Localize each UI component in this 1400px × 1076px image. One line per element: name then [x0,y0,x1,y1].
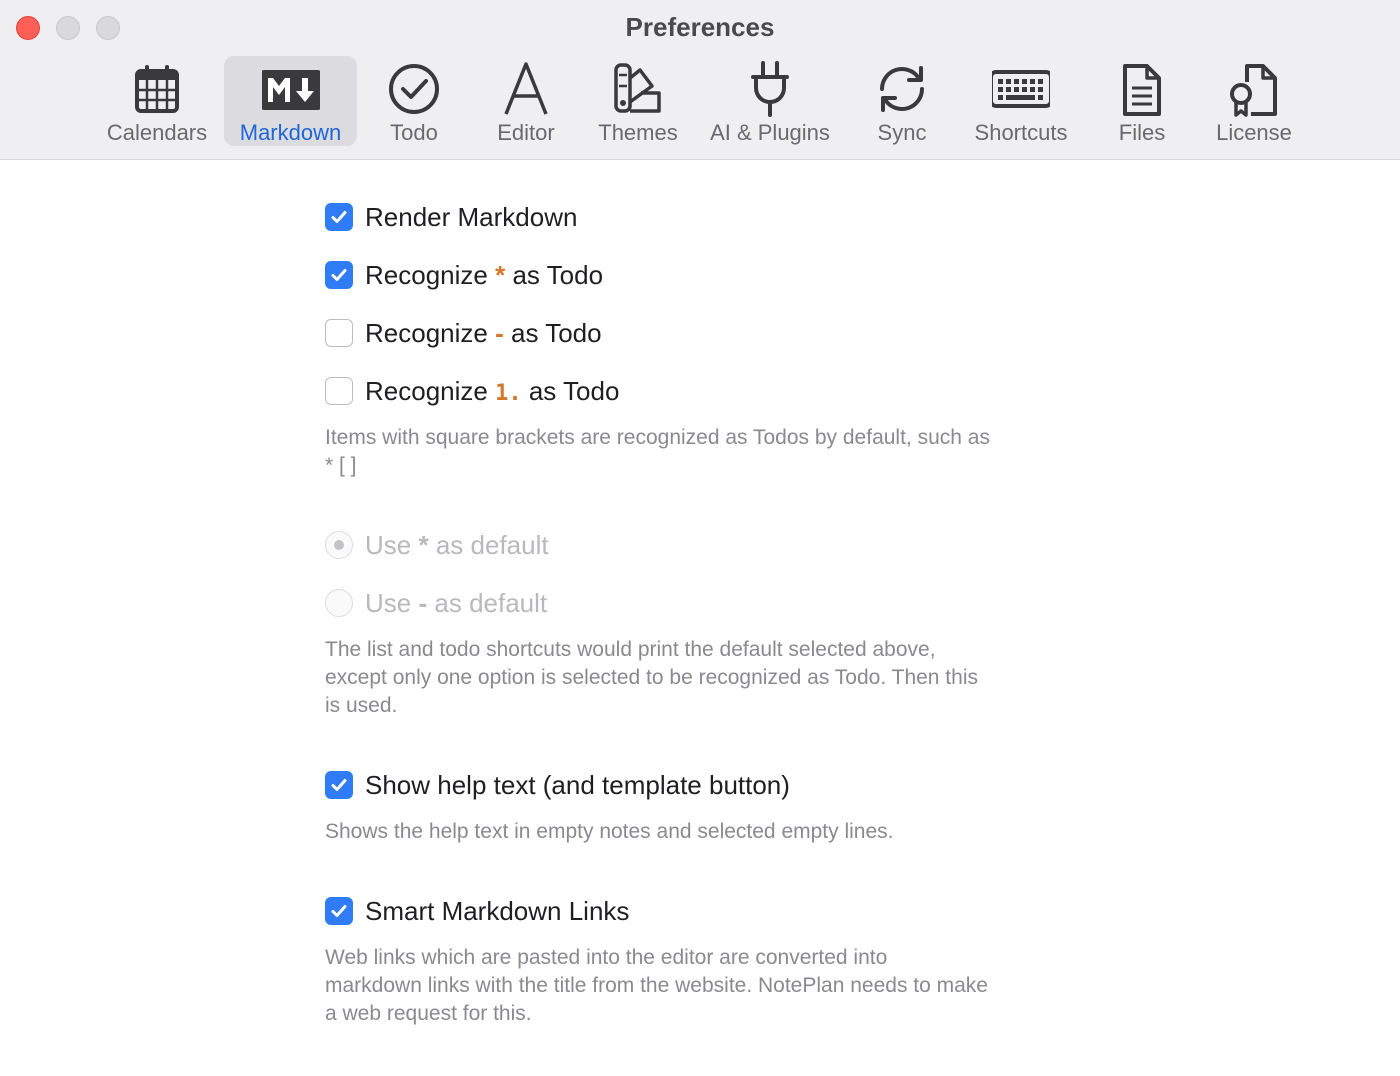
show-help-checkbox[interactable] [325,771,353,799]
tab-label: Themes [598,120,678,145]
tab-editor[interactable]: Editor [486,56,566,146]
markdown-settings-panel: Render Markdown Recognize * as Todo Reco… [0,161,1400,1076]
checkmark-icon [331,211,347,223]
recognize-number-label: Recognize 1. as Todo [365,375,620,406]
smart-links-checkbox[interactable] [325,897,353,925]
star-marker: * [495,259,506,290]
show-help-label: Show help text (and template button) [365,769,790,800]
default-star-radio[interactable] [325,531,353,559]
tab-label: Markdown [239,120,342,145]
tab-todo[interactable]: Todo [374,56,454,146]
document-icon [1123,64,1161,116]
render-markdown-label: Render Markdown [365,201,578,232]
tab-label: AI & Plugins [710,120,830,145]
window-title: Preferences [625,12,775,42]
tab-license[interactable]: License [1206,56,1302,146]
recognize-star-checkbox[interactable] [325,261,353,289]
tab-label: Editor [497,120,555,145]
plug-icon [751,61,789,117]
smart-links-option[interactable]: Smart Markdown Links [325,896,629,926]
window-titlebar: Preferences Calendars Markdown Todo Edit… [0,0,1400,160]
tab-label: Sync [877,120,927,145]
tab-ai-plugins[interactable]: AI & Plugins [704,56,836,146]
render-markdown-checkbox[interactable] [325,203,353,231]
recognize-star-label: Recognize * as Todo [365,259,604,290]
tab-label: Files [1118,120,1166,145]
number-marker: 1. [495,380,522,406]
dash-marker: - [495,317,504,348]
default-dash-radio[interactable] [325,589,353,617]
tab-shortcuts[interactable]: Shortcuts [966,56,1076,146]
recognize-dash-checkbox[interactable] [325,319,353,347]
tab-calendars[interactable]: Calendars [100,56,214,146]
smart-links-description: Web links which are pasted into the edit… [325,946,988,1025]
default-dash-label: Use - as default [365,587,548,618]
certificate-icon [1230,64,1277,117]
markdown-icon [261,70,320,110]
tab-label: Shortcuts [974,120,1068,145]
recognize-dash-label: Recognize - as Todo [365,317,602,348]
tab-themes[interactable]: Themes [590,56,686,146]
calendar-icon [135,65,179,113]
letter-a-icon [504,62,548,115]
default-help-text: The list and todo shortcuts would print … [325,638,978,717]
default-star-label: Use * as default [365,529,549,560]
checkmark-icon [331,779,347,791]
smart-links-label: Smart Markdown Links [365,895,630,926]
tab-sync[interactable]: Sync [862,56,942,146]
tab-label: License [1216,120,1292,145]
default-star-option[interactable]: Use * as default [325,530,549,560]
show-help-description: Shows the help text in empty notes and s… [325,820,894,843]
keyboard-icon [992,70,1050,108]
tab-markdown[interactable]: Markdown [224,56,357,146]
default-dash-option[interactable]: Use - as default [325,588,547,618]
checkmark-icon [331,269,347,281]
recognize-star-option[interactable]: Recognize * as Todo [325,260,603,290]
swatch-icon [614,63,661,113]
recognize-help-text: Items with square brackets are recognize… [325,426,990,477]
tab-files[interactable]: Files [1102,56,1182,146]
tab-label: Todo [390,120,438,145]
check-circle-icon [389,64,439,114]
render-markdown-option[interactable]: Render Markdown [325,202,577,232]
tab-label: Calendars [106,120,208,145]
show-help-option[interactable]: Show help text (and template button) [325,770,790,800]
sync-icon [880,66,924,112]
recognize-number-checkbox[interactable] [325,377,353,405]
recognize-dash-option[interactable]: Recognize - as Todo [325,318,602,348]
recognize-number-option[interactable]: Recognize 1. as Todo [325,376,619,406]
checkmark-icon [331,905,347,917]
